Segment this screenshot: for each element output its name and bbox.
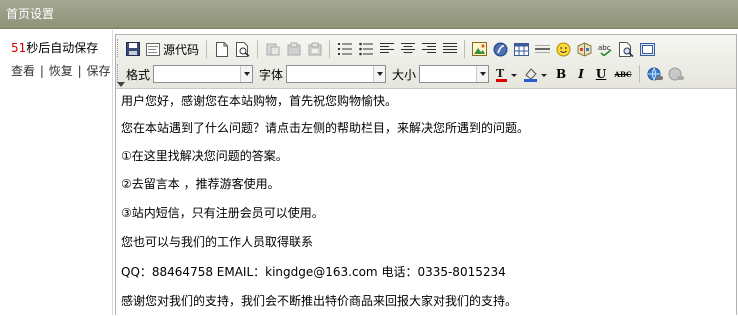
special-char-icon[interactable]	[574, 39, 595, 59]
link-separator: |	[77, 64, 82, 78]
panel-title-bar: 首页设置	[0, 0, 738, 29]
new-page-icon[interactable]	[211, 39, 232, 59]
toolbar-row-2: 格式 字体 大小 T B I U ABC	[122, 63, 686, 85]
align-left-icon[interactable]	[376, 39, 397, 59]
image-icon[interactable]	[469, 39, 490, 59]
table-icon[interactable]	[511, 39, 532, 59]
copy-icon[interactable]	[283, 39, 304, 59]
fullscreen-icon[interactable]	[637, 39, 658, 59]
toolbar-separator	[464, 40, 466, 58]
autosave-status: 51秒后自动保存	[11, 39, 98, 56]
horizontal-rule-icon[interactable]	[532, 39, 553, 59]
content-line: 感谢您对我们的支持，我们会不断推出特价商品来回报大家对我们的支持。	[121, 294, 518, 308]
autosave-text: 秒后自动保存	[26, 41, 99, 55]
panel-title: 首页设置	[6, 7, 55, 21]
chevron-down-icon	[373, 66, 386, 82]
font-label: 字体	[259, 67, 284, 82]
restore-link[interactable]: 恢复	[49, 64, 73, 78]
autosave-links: 查看 | 恢复 | 保存	[11, 62, 110, 79]
spellcheck-icon[interactable]: abc	[595, 39, 616, 59]
paste-icon[interactable]	[304, 39, 325, 59]
editor-content-area[interactable]: 用户您好，感谢您在本站购物，首先祝您购物愉快。 您在本站遇到了什么问题？请点击左…	[116, 90, 736, 316]
strikethrough-button[interactable]: ABC	[611, 64, 635, 84]
justify-icon[interactable]	[439, 39, 460, 59]
size-label: 大小	[392, 67, 417, 82]
font-select[interactable]	[286, 65, 387, 83]
rich-text-editor: 源代码 abc 格式 字体 大小 T B I U ABC 用户您好，感谢您在本站…	[115, 34, 737, 316]
toolbar-row-1: 源代码 abc	[122, 38, 658, 60]
italic-button[interactable]: I	[571, 64, 591, 84]
toolbar-grip[interactable]	[117, 39, 120, 57]
smiley-icon[interactable]	[553, 39, 574, 59]
format-select[interactable]	[153, 65, 254, 83]
align-right-icon[interactable]	[418, 39, 439, 59]
bulleted-list-icon[interactable]	[355, 39, 376, 59]
save-link[interactable]: 保存	[86, 64, 110, 78]
find-replace-icon[interactable]	[616, 39, 637, 59]
cut-icon[interactable]	[262, 39, 283, 59]
autosave-countdown: 51	[11, 41, 27, 55]
underline-button[interactable]: U	[591, 64, 611, 84]
toolbar-separator	[329, 40, 331, 58]
view-link[interactable]: 查看	[11, 64, 35, 78]
background-color-icon[interactable]	[521, 64, 551, 84]
editor-toolbar: 源代码 abc 格式 字体 大小 T B I U ABC	[116, 35, 736, 89]
source-code-label: 源代码	[163, 42, 200, 57]
format-select-value	[154, 66, 240, 82]
source-code-button[interactable]: 源代码	[143, 39, 202, 59]
content-line: 用户您好，感谢您在本站购物，首先祝您购物愉快。	[121, 94, 398, 108]
align-center-icon[interactable]	[397, 39, 418, 59]
save-icon[interactable]	[122, 39, 143, 59]
content-line: ③站内短信，只有注册会员可以使用。	[121, 206, 324, 220]
toolbar-separator	[206, 40, 208, 58]
link-separator: |	[39, 64, 44, 78]
flash-icon[interactable]	[490, 39, 511, 59]
toolbar-separator	[639, 65, 641, 83]
bold-button[interactable]: B	[551, 64, 571, 84]
content-line: 您也可以与我们的工作人员取得联系	[121, 235, 314, 249]
preview-icon[interactable]	[232, 39, 253, 59]
text-color-icon[interactable]: T	[493, 64, 521, 84]
content-line: ①在这里找解决您问题的答案。	[121, 149, 288, 163]
font-select-value	[287, 66, 373, 82]
format-label: 格式	[126, 67, 151, 82]
size-select[interactable]	[419, 65, 490, 83]
content-line: 您在本站遇到了什么问题？请点击左侧的帮助栏目，来解决您所遇到的问题。	[121, 121, 530, 135]
link-icon[interactable]	[644, 64, 665, 84]
svg-text:T: T	[496, 67, 505, 80]
chevron-down-icon	[476, 66, 489, 82]
size-select-value	[420, 66, 476, 82]
autosave-panel: 51秒后自动保存 查看 | 恢复 | 保存	[0, 30, 113, 315]
content-line: ②去留言本 ，推荐游客使用。	[121, 177, 280, 191]
content-line: QQ：88464758 EMAIL：kingdge@163.com 电话：033…	[121, 265, 506, 279]
toolbar-separator	[257, 40, 259, 58]
toolbar-grip[interactable]	[117, 64, 120, 82]
numbered-list-icon[interactable]	[334, 39, 355, 59]
chevron-down-icon	[240, 66, 253, 82]
unlink-icon[interactable]	[665, 64, 686, 84]
